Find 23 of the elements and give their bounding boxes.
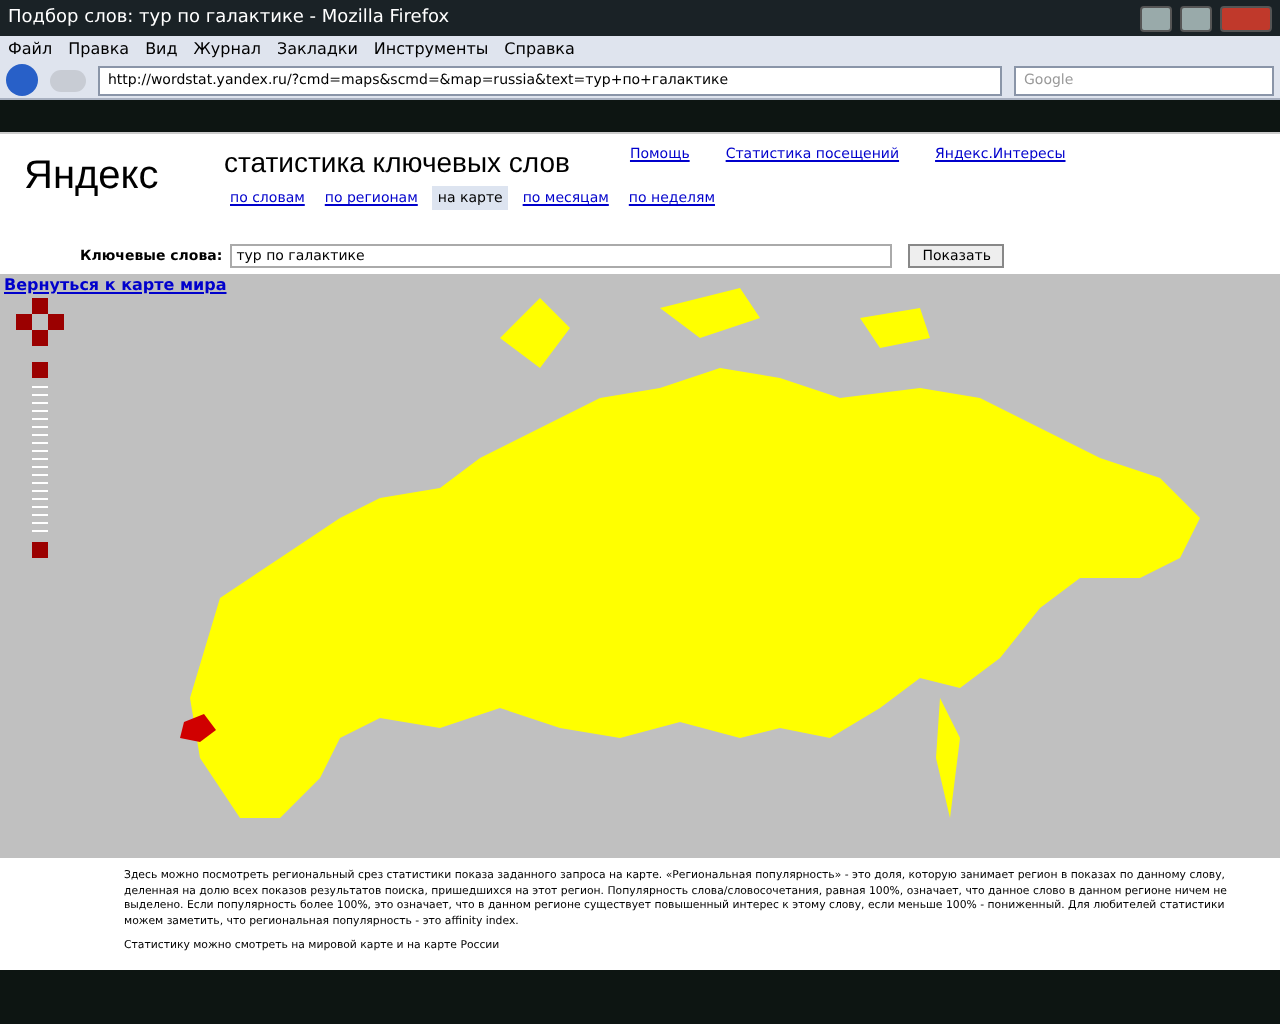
zoom-out-button[interactable] xyxy=(32,542,48,558)
page-heading: статистика ключевых слов xyxy=(224,146,570,178)
maximize-button[interactable] xyxy=(1180,5,1212,31)
menu-item[interactable]: Журнал xyxy=(193,40,261,58)
pan-up-button[interactable] xyxy=(32,298,48,314)
minimize-button[interactable] xyxy=(1140,5,1172,31)
zoom-in-button[interactable] xyxy=(32,362,48,378)
forward-button[interactable] xyxy=(50,69,86,91)
zoom-scale-icon[interactable] xyxy=(32,386,48,538)
menu-item[interactable]: Правка xyxy=(68,40,130,58)
menu-item[interactable]: Файл xyxy=(8,40,53,58)
back-button[interactable] xyxy=(6,64,38,96)
menu-item[interactable]: Закладки xyxy=(276,40,358,58)
menu-item[interactable]: Инструменты xyxy=(373,40,489,58)
pan-right-button[interactable] xyxy=(48,314,64,330)
menu-item[interactable]: Справка xyxy=(504,40,575,58)
menu-item[interactable]: Вид xyxy=(145,40,178,58)
back-to-world-link[interactable]: Вернуться к карте мира xyxy=(4,276,227,294)
pan-left-button[interactable] xyxy=(16,314,32,330)
close-button[interactable] xyxy=(1220,5,1272,31)
logo: Яндекс xyxy=(24,154,161,200)
pan-down-button[interactable] xyxy=(32,330,48,346)
window-title: Подбор слов: тур по галактике - Mozilla Firefox xyxy=(8,8,450,28)
